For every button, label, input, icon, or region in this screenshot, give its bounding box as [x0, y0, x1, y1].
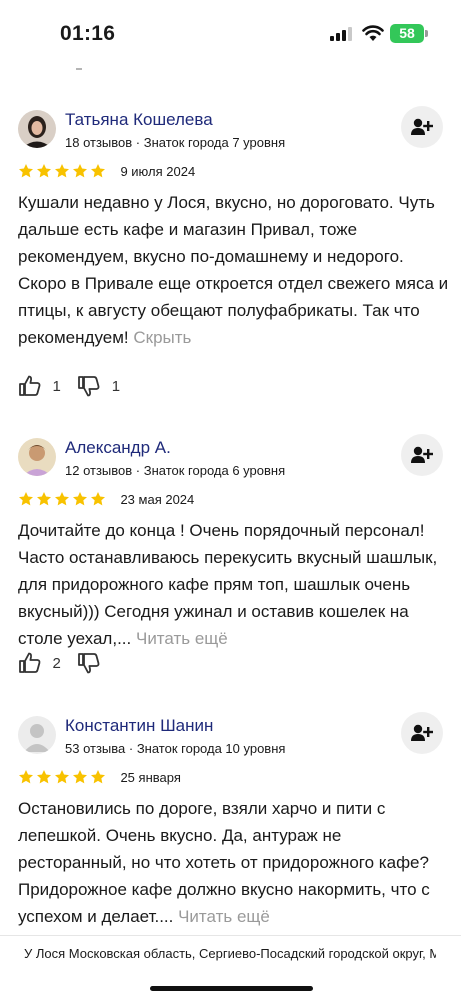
review-text: Кушали недавно у Лося, вкусно, но дорого…	[18, 189, 450, 351]
place-address: У Лося Московская область, Сергиево-Поса…	[24, 946, 436, 961]
star-icon	[37, 769, 51, 784]
rating-row: 9 июля 2024	[18, 162, 195, 180]
star-icon	[19, 769, 33, 784]
review-card: Александр А. 12 отзывов · Знаток города …	[0, 434, 461, 688]
author-meta: 18 отзывов · Знаток города 7 уровня	[65, 135, 286, 150]
thumbs-up-icon[interactable]	[18, 374, 42, 398]
star-icon	[73, 163, 87, 178]
rating-stars	[18, 490, 108, 508]
read-more-link[interactable]: Читать ещё	[178, 907, 270, 926]
review-card: Константин Шанин 53 отзыва · Знаток горо…	[0, 712, 461, 936]
author-name[interactable]: Константин Шанин	[65, 716, 213, 736]
author-name[interactable]: Александр А.	[65, 438, 171, 458]
review-date: 25 января	[120, 769, 181, 785]
star-icon	[19, 491, 33, 506]
reactions: 1 1	[18, 374, 132, 400]
star-icon	[73, 491, 87, 506]
subscribe-button[interactable]	[401, 712, 443, 754]
home-indicator	[150, 986, 313, 991]
star-icon	[19, 163, 33, 178]
status-time: 01:16	[60, 22, 116, 45]
battery-cap	[425, 30, 428, 37]
review-card: Татьяна Кошелева 18 отзывов · Знаток гор…	[0, 106, 461, 410]
subscribe-button[interactable]	[401, 106, 443, 148]
collapse-link[interactable]: Скрыть	[133, 328, 191, 347]
star-icon	[91, 163, 105, 178]
review-date: 9 июля 2024	[120, 163, 196, 179]
star-icon	[55, 163, 69, 178]
author-meta: 53 отзыва · Знаток города 10 уровня	[65, 741, 286, 756]
reactions: 2	[18, 651, 124, 677]
add-person-icon	[411, 118, 433, 135]
thumbs-up-icon[interactable]	[18, 651, 42, 675]
wifi-icon	[362, 25, 384, 41]
avatar[interactable]	[18, 716, 56, 754]
scroll-indicator	[76, 68, 82, 70]
rating-row: 25 января	[18, 768, 181, 786]
author-name[interactable]: Татьяна Кошелева	[65, 110, 213, 130]
review-body: Кушали недавно у Лося, вкусно, но дорого…	[18, 193, 449, 347]
battery-icon: 58	[390, 24, 424, 43]
avatar[interactable]	[18, 438, 56, 476]
subscribe-button[interactable]	[401, 434, 443, 476]
star-icon	[55, 769, 69, 784]
review-text: Остановились по дороге, взяли харчо и пи…	[18, 795, 450, 930]
read-more-link[interactable]: Читать ещё	[136, 629, 228, 648]
signal-icon	[330, 27, 354, 41]
status-bar: 01:16 58	[0, 0, 461, 70]
star-icon	[91, 491, 105, 506]
like-count: 2	[52, 654, 61, 672]
like-count: 1	[52, 377, 61, 395]
star-icon	[55, 491, 69, 506]
star-icon	[73, 769, 87, 784]
author-meta: 12 отзывов · Знаток города 6 уровня	[65, 463, 286, 478]
bottom-address-bar[interactable]: У Лося Московская область, Сергиево-Поса…	[0, 935, 461, 1000]
rating-stars	[18, 162, 108, 180]
add-person-icon	[411, 446, 433, 463]
star-icon	[37, 491, 51, 506]
add-person-icon	[411, 724, 433, 741]
star-icon	[37, 163, 51, 178]
rating-stars	[18, 768, 108, 786]
dislike-count: 1	[111, 377, 121, 395]
thumbs-down-icon[interactable]	[77, 651, 101, 675]
review-date: 23 мая 2024	[120, 491, 195, 507]
rating-row: 23 мая 2024	[18, 490, 194, 508]
review-text: Дочитайте до конца ! Очень порядочный пе…	[18, 517, 450, 652]
thumbs-down-icon[interactable]	[77, 374, 101, 398]
avatar[interactable]	[18, 110, 56, 148]
star-icon	[91, 769, 105, 784]
